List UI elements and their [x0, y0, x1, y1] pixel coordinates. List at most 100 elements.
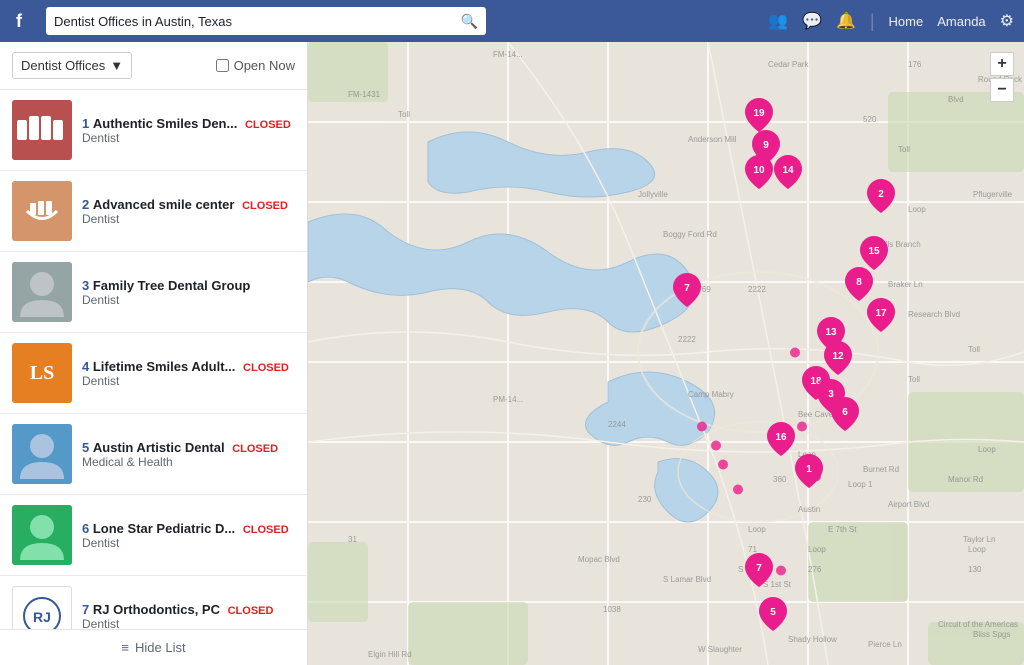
svg-text:RJ: RJ [33, 609, 51, 625]
listing-name: Lone Star Pediatric D... [93, 521, 235, 536]
svg-text:15: 15 [868, 246, 880, 257]
hide-list-label: Hide List [135, 640, 186, 655]
svg-text:5: 5 [771, 607, 777, 618]
listing-number: 7 [82, 602, 89, 617]
panel-header: Dentist Offices ▼ Open Now [0, 42, 307, 90]
main-content: Dentist Offices ▼ Open Now 1 Authentic S… [0, 42, 1024, 665]
listing-number: 1 [82, 116, 89, 131]
settings-icon[interactable]: ⚙ [1000, 11, 1014, 31]
listing-thumbnail [12, 505, 72, 565]
map-pin[interactable] [810, 471, 822, 486]
svg-text:7: 7 [685, 283, 691, 294]
listing-thumbnail [12, 424, 72, 484]
listing-header: 3 Family Tree Dental Group [82, 278, 295, 293]
listing-item[interactable]: 5 Austin Artistic Dental CLOSED Medical … [0, 414, 307, 495]
listing-category: Dentist [82, 212, 295, 226]
listing-header: 7 RJ Orthodontics, PC CLOSED [82, 602, 295, 617]
open-now-filter[interactable]: Open Now [216, 58, 295, 73]
map-pin[interactable]: 16 [767, 422, 795, 459]
listing-name: RJ Orthodontics, PC [93, 602, 220, 617]
search-input[interactable] [54, 14, 455, 29]
listing-item[interactable]: 3 Family Tree Dental Group Dentist [0, 252, 307, 333]
open-now-checkbox[interactable] [216, 59, 229, 72]
svg-text:14: 14 [782, 165, 794, 176]
map-pin[interactable] [775, 564, 787, 579]
listing-item[interactable]: 2 Advanced smile center CLOSED Dentist [0, 171, 307, 252]
map-pin[interactable]: 14 [774, 155, 802, 192]
zoom-in-button[interactable]: + [990, 52, 1014, 76]
map-pin[interactable]: 17 [867, 298, 895, 335]
listing-item[interactable]: 1 Authentic Smiles Den... CLOSED Dentist [0, 90, 307, 171]
map-pin[interactable]: 6 [831, 397, 859, 434]
listing-category: Dentist [82, 374, 295, 388]
search-bar: 🔍 [46, 7, 486, 35]
svg-text:12: 12 [832, 351, 844, 362]
listing-number: 4 [82, 359, 89, 374]
listing-category: Medical & Health [82, 455, 295, 469]
listing-item[interactable]: 6 Lone Star Pediatric D... CLOSED Dentis… [0, 495, 307, 576]
map-pin[interactable] [818, 377, 830, 392]
friends-icon[interactable]: 👥 [768, 11, 788, 31]
map-pin[interactable]: 2 [867, 179, 895, 216]
listing-item[interactable]: RJ 7 RJ Orthodontics, PC CLOSED Dentist [0, 576, 307, 629]
listing-category: Dentist [82, 293, 295, 307]
svg-text:16: 16 [775, 432, 787, 443]
category-dropdown[interactable]: Dentist Offices ▼ [12, 52, 132, 79]
map-pin[interactable] [796, 421, 808, 436]
nav-divider: | [870, 11, 875, 32]
home-link[interactable]: Home [889, 14, 924, 29]
listing-info: 3 Family Tree Dental Group Dentist [82, 278, 295, 307]
messages-icon[interactable]: 💬 [802, 11, 822, 31]
svg-text:9: 9 [763, 140, 769, 151]
listing-name: Austin Artistic Dental [93, 440, 225, 455]
listing-header: 4 Lifetime Smiles Adult... CLOSED [82, 359, 295, 374]
listing-info: 4 Lifetime Smiles Adult... CLOSED Dentis… [82, 359, 295, 388]
map-pin[interactable]: 7 [745, 553, 773, 590]
listing-item[interactable]: LS 4 Lifetime Smiles Adult... CLOSED Den… [0, 333, 307, 414]
listing-info: 2 Advanced smile center CLOSED Dentist [82, 197, 295, 226]
category-label: Dentist Offices [21, 58, 105, 73]
listing-status: CLOSED [242, 200, 288, 212]
open-now-label: Open Now [234, 58, 295, 73]
map-pin[interactable] [732, 483, 744, 498]
svg-text:10: 10 [754, 165, 766, 176]
svg-text:13: 13 [825, 327, 837, 338]
search-icon[interactable]: 🔍 [461, 13, 478, 30]
listing-header: 1 Authentic Smiles Den... CLOSED [82, 116, 295, 131]
listing-status: CLOSED [245, 119, 291, 131]
map-pin[interactable]: 10 [745, 155, 773, 192]
hide-list-button[interactable]: ≡ Hide List [0, 629, 307, 665]
profile-link[interactable]: Amanda [937, 14, 985, 29]
notifications-icon[interactable]: 🔔 [836, 11, 856, 31]
nav-right: 👥 💬 🔔 | Home Amanda ⚙ [768, 11, 1014, 32]
listing-status: CLOSED [243, 524, 289, 536]
map-pin[interactable] [717, 458, 729, 473]
listing-status: CLOSED [232, 443, 278, 455]
facebook-logo: f [10, 7, 38, 35]
listing-info: 7 RJ Orthodontics, PC CLOSED Dentist [82, 602, 295, 630]
listing-info: 1 Authentic Smiles Den... CLOSED Dentist [82, 116, 295, 145]
listing-name: Authentic Smiles Den... [93, 116, 237, 131]
zoom-out-button[interactable]: − [990, 78, 1014, 102]
navbar: f 🔍 👥 💬 🔔 | Home Amanda ⚙ [0, 0, 1024, 42]
map-pins: 19 2 15 8 9 10 14 7 13 12 [308, 42, 1024, 665]
map-area[interactable]: FM-1431 Toll FM-14... 176 Blvd Round Roc… [308, 42, 1024, 665]
svg-text:19: 19 [754, 108, 766, 119]
map-pin[interactable] [789, 346, 801, 361]
map-pin[interactable]: 7 [673, 273, 701, 310]
listing-category: Dentist [82, 536, 295, 550]
listing-name: Family Tree Dental Group [93, 278, 251, 293]
listing-header: 2 Advanced smile center CLOSED [82, 197, 295, 212]
listing-thumbnail [12, 100, 72, 160]
svg-text:8: 8 [857, 277, 863, 288]
listing-number: 6 [82, 521, 89, 536]
svg-text:2: 2 [878, 189, 884, 200]
map-pin[interactable] [710, 439, 722, 454]
listing-info: 6 Lone Star Pediatric D... CLOSED Dentis… [82, 521, 295, 550]
map-pin[interactable]: 5 [759, 597, 787, 634]
listing-thumbnail [12, 262, 72, 322]
svg-text:7: 7 [756, 563, 762, 574]
listing-number: 3 [82, 278, 89, 293]
listing-number: 2 [82, 197, 89, 212]
map-pin[interactable] [696, 421, 708, 436]
